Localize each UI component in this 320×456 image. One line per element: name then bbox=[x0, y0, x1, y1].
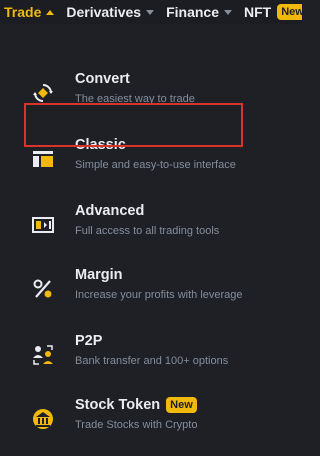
chevron-up-icon bbox=[46, 9, 55, 15]
nav-finance[interactable]: Finance bbox=[166, 4, 232, 20]
menu-item-title: Convert bbox=[75, 71, 130, 87]
menu-item-advanced[interactable]: Advanced Full access to all trading tool… bbox=[0, 202, 302, 262]
nav-nft[interactable]: NFT New bbox=[244, 4, 302, 20]
nav-derivatives[interactable]: Derivatives bbox=[66, 4, 155, 20]
nav-nft-label: NFT bbox=[243, 4, 272, 20]
menu-item-p2p[interactable]: P2P Bank transfer and 100+ options bbox=[0, 332, 302, 392]
percent-icon bbox=[32, 278, 54, 300]
menu-item-description: Bank transfer and 100+ options bbox=[75, 355, 229, 367]
menu-item-title: Advanced bbox=[75, 203, 145, 219]
convert-icon bbox=[32, 82, 54, 104]
menu-item-convert[interactable]: Convert The easiest way to trade bbox=[0, 70, 302, 130]
menu-item-description: Full access to all trading tools bbox=[75, 225, 220, 237]
menu-item-description: Increase your profits with leverage bbox=[75, 289, 243, 301]
menu-item-title: P2P bbox=[75, 333, 103, 349]
menu-item-description: Trade Stocks with Crypto bbox=[75, 419, 198, 431]
menu-item-margin[interactable]: Margin Increase your profits with levera… bbox=[0, 266, 302, 326]
menu-item-stock-token[interactable]: Stock Token New Trade Stocks with Crypto bbox=[0, 396, 302, 456]
menu-item-title: Classic bbox=[75, 137, 126, 153]
trade-dropdown-menu: Convert The easiest way to trade Classic… bbox=[0, 24, 302, 450]
menu-item-classic[interactable]: Classic Simple and easy-to-use interface bbox=[0, 136, 302, 196]
classic-layout-icon bbox=[32, 148, 54, 170]
menu-item-description: The easiest way to trade bbox=[75, 93, 195, 105]
nav-derivatives-label: Derivatives bbox=[66, 4, 142, 20]
menu-item-description: Simple and easy-to-use interface bbox=[75, 159, 236, 171]
menu-item-title-text: Stock Token bbox=[75, 397, 161, 413]
nav-trade[interactable]: Trade bbox=[4, 4, 55, 20]
chevron-down-icon bbox=[146, 9, 155, 15]
new-badge: New bbox=[277, 4, 302, 20]
nav-trade-label: Trade bbox=[4, 4, 42, 20]
p2p-users-icon bbox=[32, 344, 54, 366]
advanced-layout-icon bbox=[32, 214, 54, 236]
stock-token-icon bbox=[32, 408, 54, 430]
top-nav-bar: Trade Derivatives Finance NFT New bbox=[0, 0, 302, 24]
nav-finance-label: Finance bbox=[166, 4, 219, 20]
menu-item-title: Stock Token New bbox=[75, 397, 197, 413]
new-badge: New bbox=[166, 397, 197, 413]
chevron-down-icon bbox=[223, 9, 232, 15]
menu-item-title: Margin bbox=[75, 267, 123, 283]
